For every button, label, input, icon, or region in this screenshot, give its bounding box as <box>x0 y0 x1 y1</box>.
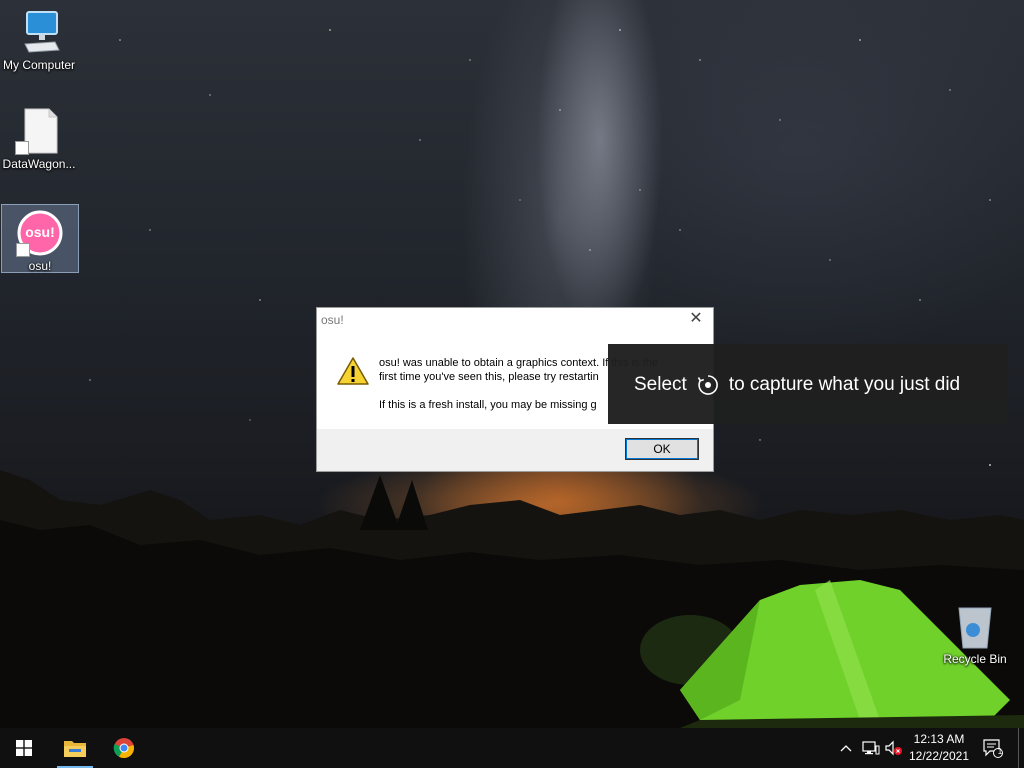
desktop-icon-label: Recycle Bin <box>943 652 1007 666</box>
folder-icon <box>64 741 86 757</box>
start-button[interactable] <box>0 728 48 768</box>
desktop-icon-label: My Computer <box>2 58 76 72</box>
osu-logo-text: osu! <box>25 224 55 240</box>
windows-logo-icon <box>16 740 32 756</box>
datawagon-desktop-icon[interactable]: DataWagon... <box>1 107 77 177</box>
dialog-title: osu! <box>321 313 344 327</box>
action-center-icon[interactable]: 1 <box>982 738 1004 758</box>
recycle-bin-icon <box>951 602 999 650</box>
network-icon[interactable] <box>861 738 881 758</box>
taskbar: 12:13 AM 12/22/2021 1 <box>0 728 1024 768</box>
volume-muted-icon[interactable] <box>884 738 904 758</box>
shortcut-arrow-icon <box>15 141 29 155</box>
taskbar-chrome[interactable] <box>100 728 148 768</box>
recycle-bin-desktop-icon[interactable]: Recycle Bin <box>937 602 1013 672</box>
record-capture-icon[interactable] <box>697 374 719 396</box>
desktop-icon-label: osu! <box>28 259 52 273</box>
ok-button[interactable]: OK <box>625 438 699 460</box>
osu-logo-icon: osu! <box>16 209 64 257</box>
my-computer-desktop-icon[interactable]: My Computer <box>1 8 77 78</box>
taskbar-file-explorer[interactable] <box>51 728 99 768</box>
file-icon <box>15 107 63 155</box>
computer-icon <box>15 8 63 56</box>
taskbar-clock[interactable]: 12:13 AM 12/22/2021 <box>904 731 974 765</box>
shortcut-arrow-icon <box>16 243 30 257</box>
game-bar-capture-toast: Select to capture what you just did <box>608 344 1008 424</box>
message-line-1: osu! was unable to obtain a graphics con… <box>379 357 594 369</box>
warning-icon <box>337 357 369 385</box>
dialog-footer: OK <box>317 429 713 471</box>
toast-text-after: to capture what you just did <box>728 374 961 395</box>
clock-date: 12/22/2021 <box>908 749 970 763</box>
osu-desktop-icon[interactable]: osu! osu! <box>1 204 79 273</box>
clock-time: 12:13 AM <box>913 732 965 746</box>
toast-text-before: Select <box>634 374 687 395</box>
show-desktop-button[interactable] <box>1018 728 1019 768</box>
notification-count: 1 <box>997 747 1003 756</box>
dialog-titlebar[interactable]: osu! ✕ <box>317 308 713 332</box>
chevron-up-icon[interactable] <box>836 738 856 758</box>
chrome-icon <box>113 738 134 759</box>
desktop-icon-label: DataWagon... <box>2 157 76 171</box>
close-icon[interactable]: ✕ <box>687 310 705 328</box>
